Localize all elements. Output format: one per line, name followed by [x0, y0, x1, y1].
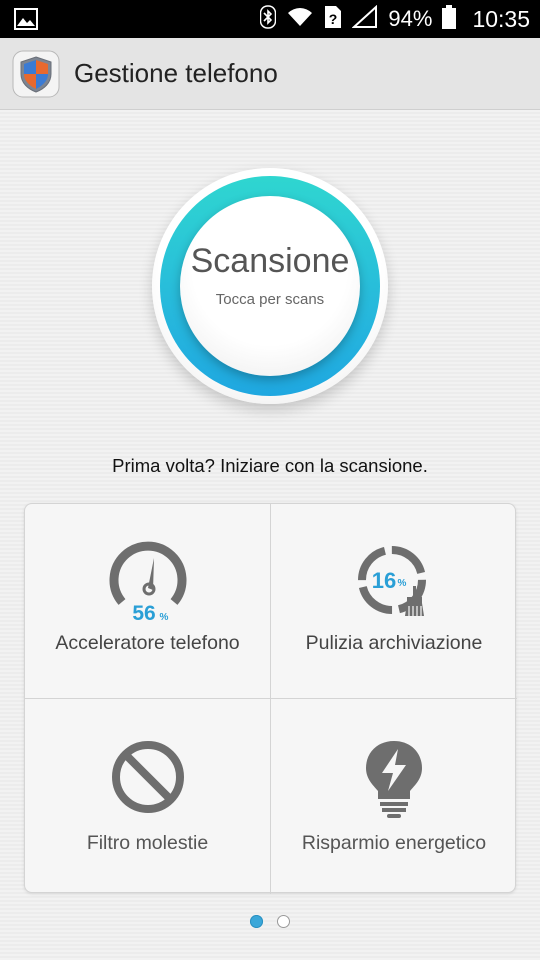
tile-label: Pulizia archiviazione	[305, 632, 483, 654]
tile-harassment-filter[interactable]: Filtro molestie	[25, 699, 271, 894]
battery-percent: 94%	[388, 6, 433, 31]
shield-icon[interactable]	[12, 50, 60, 98]
bluetooth-icon	[260, 4, 277, 34]
page-indicator	[250, 915, 290, 928]
page-title: Gestione telefono	[74, 58, 278, 88]
main-content: Scansione Tocca per scans Prima volta? I…	[0, 110, 540, 960]
block-icon	[106, 735, 190, 819]
storage-cleanup-icon: 16 %	[352, 540, 436, 624]
image-icon	[14, 8, 38, 35]
hint-text: Prima volta? Iniziare con la scansione.	[112, 455, 428, 476]
tile-label: Risparmio energetico	[301, 832, 487, 854]
accelerator-value: 56	[132, 602, 155, 624]
scan-inner: Scansione Tocca per scans	[180, 196, 360, 376]
sim-unknown-icon: ?	[324, 5, 342, 34]
tile-storage-cleanup[interactable]: 16 % Pulizia archiviazione	[271, 504, 517, 699]
status-bar: ? 94% 10:35	[0, 0, 540, 38]
clock: 10:35	[472, 5, 530, 32]
tile-power-saving[interactable]: Risparmio energetico	[271, 699, 517, 894]
storage-value: 16	[372, 568, 396, 593]
scan-title: Scansione	[190, 242, 350, 280]
scan-button[interactable]: Scansione Tocca per scans	[152, 168, 388, 404]
signal-icon	[351, 4, 378, 34]
scan-ring: Scansione Tocca per scans	[160, 176, 380, 396]
scan-subtitle: Tocca per scans	[215, 291, 325, 308]
feature-grid: 56 % Acceleratore telefono 16 % Pulizia	[24, 503, 517, 894]
svg-text:?: ?	[329, 11, 338, 27]
page-dot-2[interactable]	[277, 915, 290, 928]
tile-label: Filtro molestie	[86, 832, 209, 854]
power-saving-bulb-icon	[352, 735, 436, 819]
storage-unit: %	[398, 578, 407, 589]
tile-label: Acceleratore telefono	[55, 632, 240, 654]
page-dot-1[interactable]	[250, 915, 263, 928]
tile-phone-accelerator[interactable]: 56 % Acceleratore telefono	[25, 504, 271, 699]
speedometer-icon: 56 %	[106, 540, 190, 625]
action-bar: Gestione telefono	[0, 38, 540, 110]
wifi-icon	[286, 6, 314, 33]
battery-icon	[442, 4, 457, 34]
accelerator-unit: %	[160, 612, 169, 623]
